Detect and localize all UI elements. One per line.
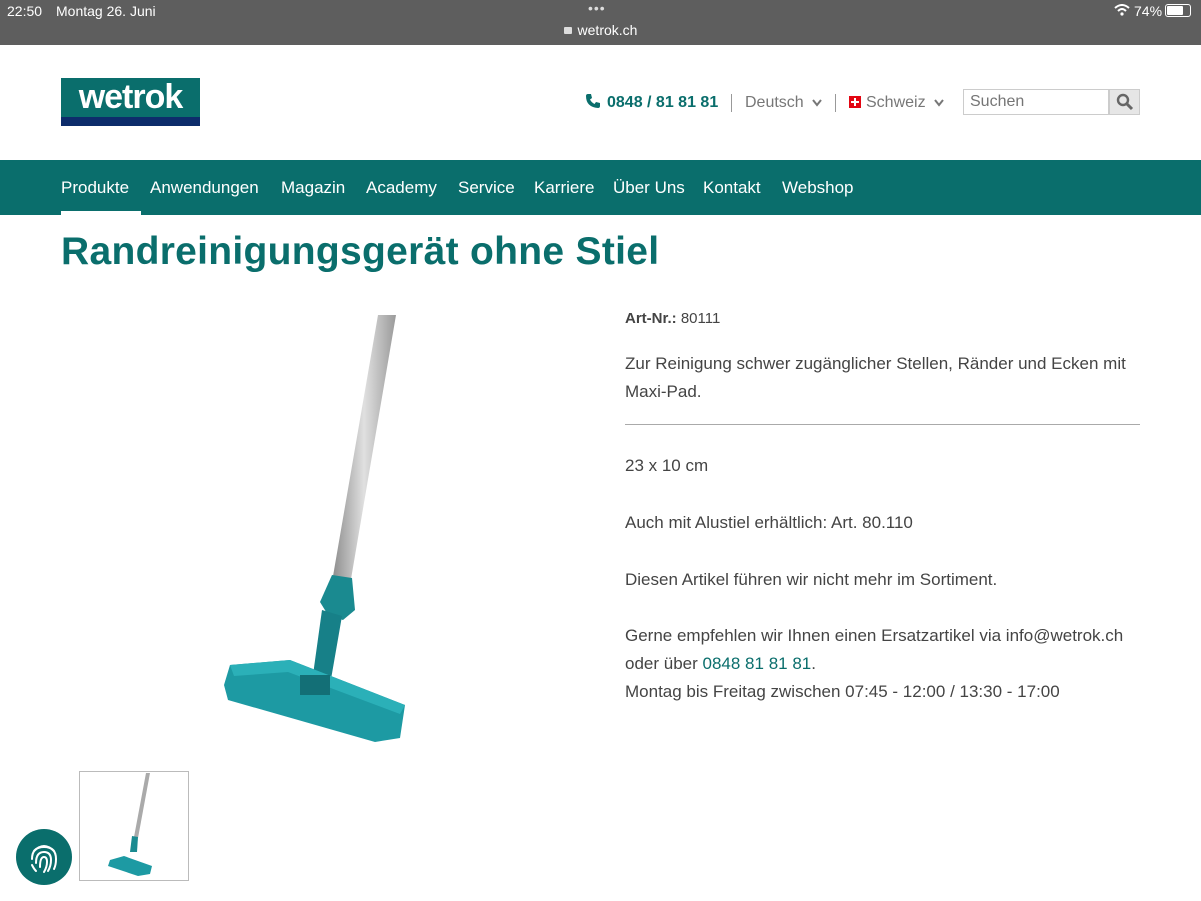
swiss-flag-icon — [849, 96, 861, 108]
more-dots-icon[interactable]: ••• — [588, 0, 606, 16]
chevron-down-icon — [934, 99, 944, 107]
country-label: Schweiz — [866, 94, 926, 111]
battery-icon — [1165, 4, 1192, 17]
product-description: Zur Reinigung schwer zugänglicher Stelle… — [625, 354, 1126, 401]
product-image[interactable] — [200, 310, 460, 750]
nav-item-magazin[interactable]: Magazin — [281, 178, 345, 198]
divider — [731, 94, 732, 112]
language-select[interactable]: Deutsch — [745, 94, 822, 112]
wifi-icon — [1114, 3, 1130, 19]
fingerprint-icon — [31, 845, 58, 873]
phone-number: 0848 / 81 81 81 — [607, 94, 719, 111]
product-size: 23 x 10 cm — [625, 456, 709, 475]
contact-period: . — [811, 654, 816, 673]
product-thumbnail[interactable] — [79, 771, 189, 881]
status-date: Montag 26. Juni — [56, 3, 156, 19]
chevron-down-icon — [812, 99, 822, 107]
country-select[interactable]: Schweiz — [849, 94, 944, 112]
phone-link[interactable]: 0848 / 81 81 81 — [585, 93, 718, 112]
alternative-article: Auch mit Alustiel erhältlich: Art. 80.11… — [625, 513, 913, 532]
nav-item-karriere[interactable]: Karriere — [534, 178, 594, 198]
nav-item-webshop[interactable]: Webshop — [782, 178, 854, 198]
article-number: Art-Nr.: 80111 — [625, 305, 1145, 333]
nav-item-academy[interactable]: Academy — [366, 178, 437, 198]
opening-hours: Montag bis Freitag zwischen 07:45 - 12:0… — [625, 682, 1060, 701]
article-number-value: 80111 — [680, 310, 721, 327]
nav-item-anwendungen[interactable]: Anwendungen — [150, 178, 259, 198]
nav-item-kontakt[interactable]: Kontakt — [703, 178, 761, 198]
contact-phone-link[interactable]: 0848 81 81 81 — [703, 654, 812, 673]
wetrok-logo[interactable]: wetrok — [61, 78, 200, 126]
accessibility-button[interactable] — [16, 829, 72, 885]
logo-text: wetrok — [61, 78, 200, 117]
lock-icon — [563, 27, 572, 34]
divider — [625, 424, 1140, 425]
nav-item-ueber-uns[interactable]: Über Uns — [613, 178, 685, 198]
nav-item-service[interactable]: Service — [458, 178, 515, 198]
page-title: Randreinigungsgerät ohne Stiel — [61, 230, 660, 273]
main-nav: Produkte Anwendungen Magazin Academy Ser… — [0, 160, 1201, 215]
url-text: wetrok.ch — [577, 22, 638, 38]
search-button[interactable] — [1109, 89, 1140, 115]
language-label: Deutsch — [745, 94, 804, 111]
battery-status: 74% — [1134, 3, 1192, 19]
contact-text: Gerne empfehlen wir Ihnen einen Ersatzar… — [625, 626, 1124, 673]
nav-item-produkte[interactable]: Produkte — [61, 178, 129, 198]
search-input[interactable] — [963, 89, 1109, 115]
status-time: 22:50 — [7, 3, 43, 19]
thumbnail-image — [108, 773, 152, 876]
nav-active-indicator — [61, 211, 141, 215]
phone-icon — [586, 94, 600, 108]
search-icon — [1116, 93, 1134, 111]
divider — [835, 94, 836, 112]
article-number-label: Art-Nr.: — [625, 310, 677, 327]
discontinued-notice: Diesen Artikel führen wir nicht mehr im … — [625, 570, 998, 589]
address-bar[interactable]: wetrok.ch — [0, 22, 1201, 38]
contact-info: Gerne empfehlen wir Ihnen einen Ersatzar… — [625, 622, 1145, 706]
status-bar: 22:50 Montag 26. Juni ••• wetrok.ch 74% — [0, 0, 1201, 45]
battery-percent: 74% — [1134, 3, 1163, 19]
